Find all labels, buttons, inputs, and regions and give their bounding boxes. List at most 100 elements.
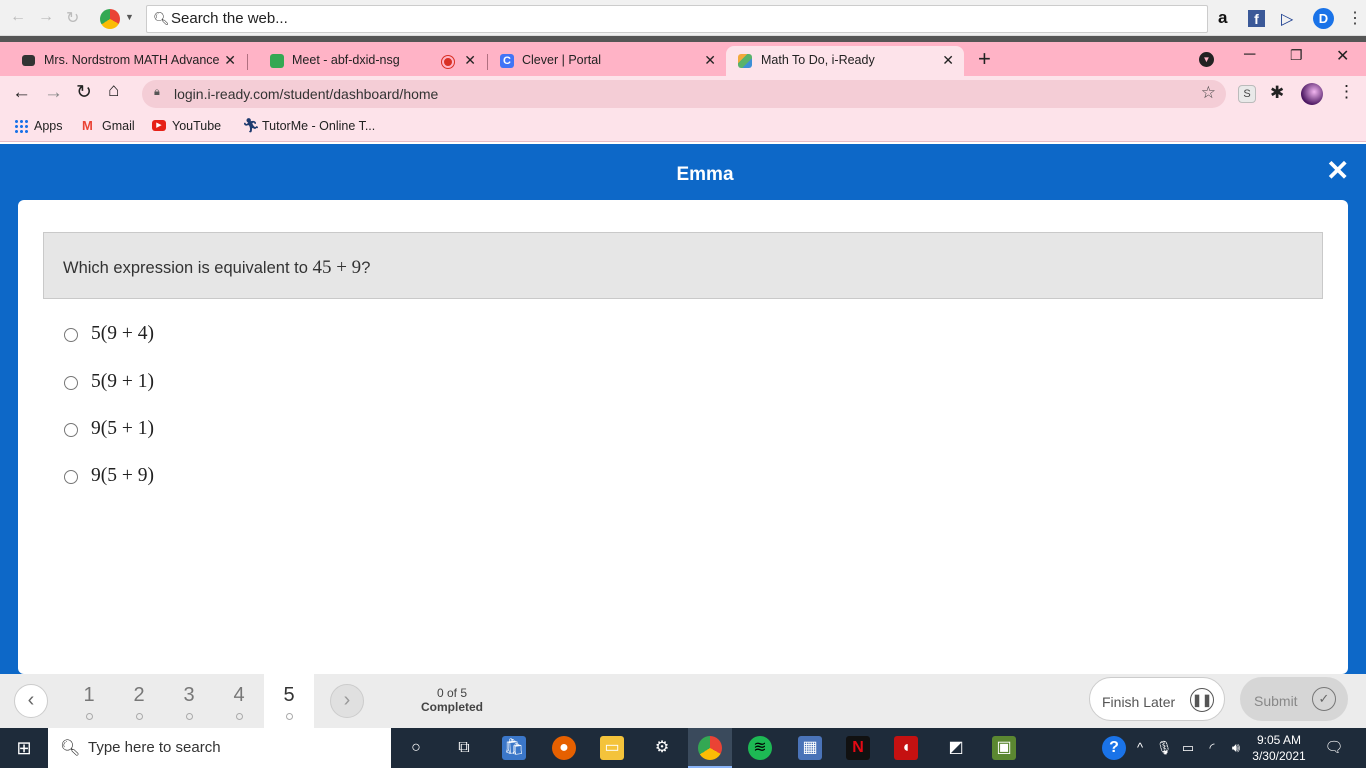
question-math: 45 + 9 (312, 257, 362, 278)
tab-iready[interactable]: Math To Do, i-Ready ✕ (726, 46, 964, 76)
apps-grid-icon (14, 119, 28, 133)
submit-button[interactable]: Submit ✓ (1240, 677, 1348, 721)
bookmark-youtube[interactable]: ▶ YouTube (152, 119, 221, 133)
radio-button[interactable] (64, 328, 78, 342)
next-question-button[interactable]: › (330, 684, 364, 718)
netflix-icon[interactable]: N (846, 736, 870, 760)
outer-forward-icon[interactable]: → (38, 8, 54, 26)
tab-nordstrom[interactable]: Mrs. Nordstrom MATH Advancec ✕ (0, 46, 246, 76)
finish-label: Finish Later (1102, 694, 1176, 710)
store-icon[interactable]: 🛍︎ (502, 736, 526, 760)
clever-favicon-icon: C (500, 54, 514, 68)
outer-back-icon[interactable]: ← (10, 8, 26, 26)
windows-start-icon[interactable]: ⊞ (0, 728, 48, 768)
tab-meet[interactable]: Meet - abf-dxid-nsg ✕ (248, 46, 486, 76)
firefox-icon[interactable]: ● (552, 736, 576, 760)
option-label: 9(5 + 1) (91, 418, 154, 439)
tray-chevron-up-icon[interactable]: ^ (1128, 736, 1152, 760)
outer-reload-icon[interactable]: ↻ (66, 8, 79, 28)
question-number: 4 (233, 684, 245, 706)
bookmark-label: Gmail (102, 119, 135, 133)
profile-avatar-icon[interactable] (1301, 83, 1323, 105)
bookmark-tutorme[interactable]: 🏃︎ TutorMe - Online T... (242, 117, 375, 133)
chrome-taskbar-icon[interactable] (698, 736, 722, 760)
amazon-icon[interactable]: a (1218, 8, 1227, 28)
notifications-icon[interactable]: 🗨︎ (1322, 736, 1346, 760)
spotify-icon[interactable]: ≋ (748, 736, 772, 760)
finish-later-button[interactable]: Finish Later ❚❚ (1089, 677, 1225, 721)
question-number: 1 (83, 684, 95, 706)
restore-icon[interactable]: ❐ (1290, 47, 1303, 64)
microphone-icon[interactable]: 🎙︎ (1152, 736, 1176, 760)
tab-search-icon[interactable]: ▼ (1199, 52, 1214, 67)
draw-app-icon[interactable]: ◩ (944, 736, 968, 760)
extensions-puzzle-icon[interactable]: ✱ (1270, 83, 1284, 103)
option-label: 9(5 + 9) (91, 465, 154, 486)
progress-count: 0 of 5 (436, 686, 468, 700)
window-close-icon[interactable]: ✕ (1336, 46, 1349, 66)
submit-label: Submit (1254, 693, 1298, 709)
tab-close-icon[interactable]: ✕ (220, 52, 236, 69)
bookmark-star-icon[interactable]: ☆ (1201, 83, 1216, 103)
address-bar[interactable]: 🔒︎ login.i-ready.com/student/dashboard/h… (142, 80, 1226, 108)
browser-menu-icon[interactable]: ⋮ (1338, 82, 1355, 102)
tab-close-icon[interactable]: ✕ (464, 52, 476, 69)
youtube-icon: ▶ (152, 120, 166, 131)
gmail-icon: M (82, 118, 93, 133)
radio-button[interactable] (64, 470, 78, 484)
volume-icon[interactable]: 🔊︎ (1224, 736, 1248, 760)
question-tab-2[interactable]: 2 (114, 674, 164, 728)
help-icon[interactable]: ? (1102, 736, 1126, 760)
new-tab-icon[interactable]: + (978, 46, 991, 72)
back-icon[interactable]: ← (12, 82, 31, 104)
clock-date: 3/30/2021 (1252, 749, 1306, 763)
taskbar-clock[interactable]: 9:05 AM 3/30/2021 (1248, 732, 1310, 764)
outer-browser-bar: ← → ↻ ▼ 🔍︎ Search the web... a f ▷ D ⋮ (0, 0, 1366, 36)
chrome-menu-caret-icon[interactable]: ▼ (125, 12, 134, 22)
lock-icon: 🔒︎ (154, 86, 160, 98)
tab-close-icon[interactable]: ✕ (704, 52, 716, 69)
bookmark-apps[interactable]: Apps (14, 119, 63, 133)
battery-icon[interactable]: ▭ (1176, 736, 1200, 760)
profile-d-icon[interactable]: D (1313, 8, 1334, 29)
settings-gear-icon[interactable]: ⚙ (650, 736, 674, 760)
prev-question-button[interactable]: ‹ (14, 684, 48, 718)
checkmark-icon: ✓ (1312, 687, 1336, 711)
minimize-icon[interactable]: ─ (1244, 46, 1255, 64)
radio-button[interactable] (64, 376, 78, 390)
taskbar-search-input[interactable]: 🔍︎ Type here to search (48, 728, 391, 768)
outer-search-input[interactable]: 🔍︎ Search the web... (146, 5, 1208, 33)
forward-icon[interactable]: → (44, 82, 63, 104)
question-tab-1[interactable]: 1 (64, 674, 114, 728)
close-lesson-icon[interactable]: ✕ (1326, 154, 1349, 187)
cortana-icon[interactable]: ○ (404, 736, 428, 760)
outer-menu-icon[interactable]: ⋮ (1347, 8, 1363, 28)
bookmark-gmail[interactable]: M Gmail (82, 118, 135, 133)
question-tab-5[interactable]: 5 (264, 674, 314, 728)
extension-s-icon[interactable]: S (1238, 85, 1256, 103)
minecraft-icon[interactable]: ▣ (992, 736, 1016, 760)
progress-status: 0 of 5 Completed (400, 686, 504, 714)
bookmarks-bar: Apps M Gmail ▶ YouTube 🏃︎ TutorMe - Onli… (0, 112, 1366, 142)
calculator-icon[interactable]: ▦ (798, 736, 822, 760)
among-us-icon[interactable]: ◖ (894, 736, 918, 760)
question-tab-4[interactable]: 4 (214, 674, 264, 728)
browser-toolbar: ← → ↻ ⌂ 🔒︎ login.i-ready.com/student/das… (0, 76, 1366, 112)
question-tab-3[interactable]: 3 (164, 674, 214, 728)
tab-close-icon[interactable]: ✕ (942, 52, 954, 69)
tab-clever[interactable]: C Clever | Portal ✕ (478, 46, 726, 76)
send-icon[interactable]: ▷ (1281, 9, 1293, 29)
outer-search-text: Search the web... (171, 10, 288, 27)
wifi-icon[interactable]: ◜ (1200, 736, 1224, 760)
search-icon: 🔍︎ (60, 740, 81, 757)
pause-icon: ❚❚ (1190, 688, 1214, 712)
reload-icon[interactable]: ↻ (76, 81, 92, 104)
home-icon[interactable]: ⌂ (108, 80, 119, 102)
question-text: Which expression is equivalent to (63, 259, 313, 277)
radio-button[interactable] (64, 423, 78, 437)
option-label: 5(9 + 4) (91, 323, 154, 344)
facebook-icon[interactable]: f (1248, 10, 1265, 27)
file-explorer-icon[interactable]: ▭ (600, 736, 624, 760)
task-view-icon[interactable]: ⧉ (452, 736, 476, 760)
bookmark-label: YouTube (172, 119, 222, 133)
